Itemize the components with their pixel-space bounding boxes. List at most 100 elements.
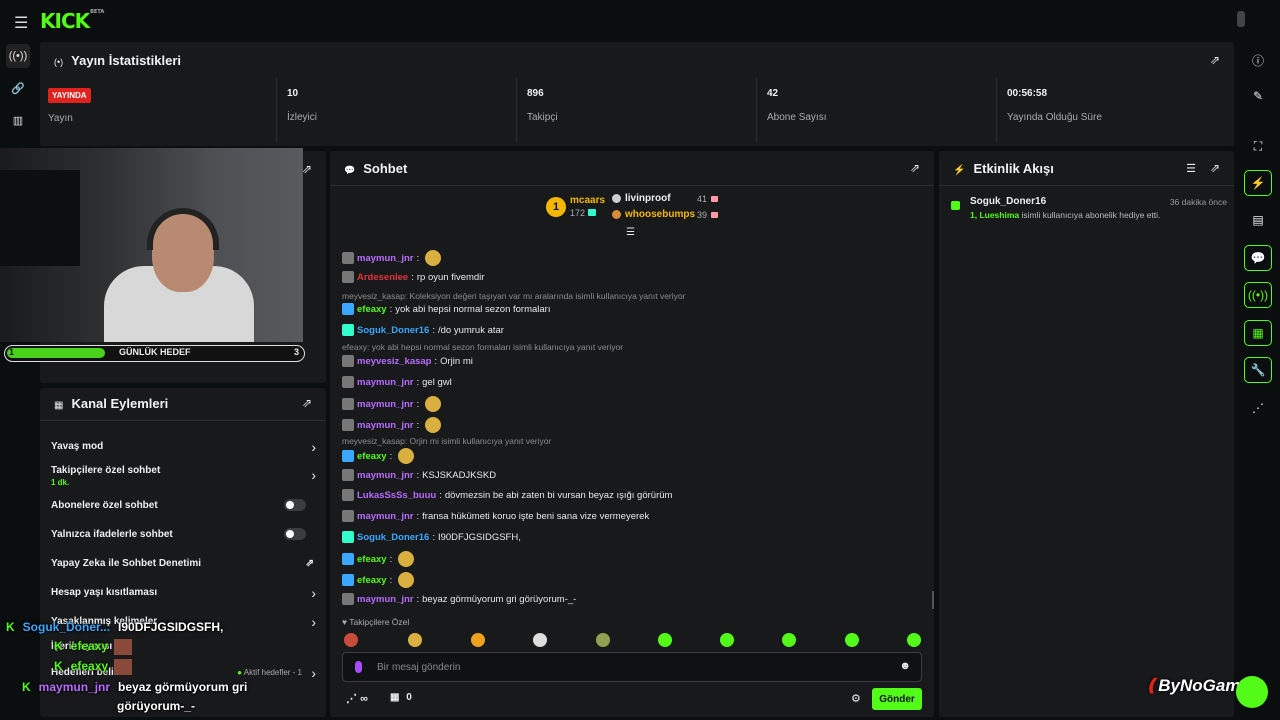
chat-username[interactable]: meyvesiz_kasap xyxy=(357,356,431,367)
broadcast-toggle-icon[interactable]: ((•)) xyxy=(1244,282,1272,308)
chat-input-box[interactable]: Bir mesaj gönderin ☻ xyxy=(342,652,922,682)
account-age-row[interactable]: Hesap yaşı kısıtlaması › xyxy=(51,585,316,601)
emote xyxy=(398,448,415,464)
row-label: Takipçilere özel sohbet xyxy=(51,465,161,476)
chat-message[interactable]: efeaxy: yok abi hepsi normal sezon formal… xyxy=(342,303,550,315)
settings-icon[interactable]: ⚙ xyxy=(851,692,861,705)
chat-message[interactable]: Soguk_Doner16:/do yumruk atar xyxy=(342,324,504,336)
send-button[interactable]: Gönder xyxy=(872,688,922,710)
chat-message[interactable]: maymun_jnr: KSJSKADJKSKD xyxy=(342,469,496,481)
avatar[interactable] xyxy=(1237,11,1245,27)
popout-icon[interactable]: ⇗ xyxy=(1210,161,1220,175)
broadcast-icon[interactable]: ((•)) xyxy=(6,44,30,68)
slow-mode-row[interactable]: Yavaş mod › xyxy=(51,439,316,455)
row-sub: 1 dk. xyxy=(51,478,70,487)
ai-moderation-row[interactable]: Yapay Zeka ile Sohbet Denetimi ⇗ xyxy=(51,558,316,569)
emote[interactable] xyxy=(344,633,358,647)
gift-indicator[interactable]: ▦ 0 xyxy=(390,692,412,703)
emote[interactable] xyxy=(596,633,610,647)
webcam-overlay xyxy=(0,148,303,342)
layout-icon[interactable]: ▦ xyxy=(1244,320,1272,346)
gift-icon xyxy=(711,212,718,218)
chat-message[interactable]: maymun_jnr: xyxy=(342,250,442,266)
chat-username[interactable]: Soguk_Doner16 xyxy=(357,325,429,336)
popout-icon[interactable]: ⇗ xyxy=(302,162,312,176)
chat-message[interactable]: maymun_jnr: fransa hükümeti koruo işte be… xyxy=(342,510,649,522)
chat-username[interactable]: Soguk_Doner16 xyxy=(357,532,429,543)
link-icon[interactable]: 🔗 xyxy=(6,76,30,100)
badge-icon xyxy=(342,553,354,565)
emote[interactable] xyxy=(720,633,734,647)
chat-username[interactable]: maymun_jnr xyxy=(357,470,414,481)
toggle[interactable] xyxy=(284,528,306,540)
event-detail-text: isimli kullanıcıya abonelik hediye etti. xyxy=(1019,210,1161,220)
chat-icon[interactable]: 💬 xyxy=(1244,245,1272,271)
goal-label: GÜNLÜK HEDEF xyxy=(119,347,191,357)
chat-message[interactable]: maymun_jnr: xyxy=(342,396,442,412)
share-icon[interactable]: ⋰ xyxy=(1244,395,1272,421)
chat-username[interactable]: maymun_jnr xyxy=(357,253,414,264)
badge-icon xyxy=(342,303,354,315)
points-indicator[interactable]: ⋰ ∞ xyxy=(346,692,368,705)
filter-icon[interactable]: ☰ xyxy=(1186,162,1196,175)
chat-message[interactable]: efeaxy: xyxy=(342,448,415,464)
chat-message[interactable]: Soguk_Doner16: I90DFJGSIDGSFH, xyxy=(342,531,521,543)
chat-username[interactable]: LukasSsSs_buuu xyxy=(357,490,436,501)
chat-text: Orjin mi xyxy=(440,355,473,367)
chat-message[interactable]: meyvesiz_kasap: Orjin mi xyxy=(342,355,473,367)
chat-username[interactable]: efeaxy xyxy=(357,554,387,565)
emoji-picker-icon[interactable]: ☻ xyxy=(899,660,911,672)
emote[interactable] xyxy=(471,633,485,647)
gift-leaderboard[interactable]: 1 mcaars 172 livinproof 41 whoosebumps 3… xyxy=(546,193,726,231)
emote[interactable] xyxy=(408,633,422,647)
wrench-icon[interactable]: 🔧 xyxy=(1244,357,1272,383)
popout-icon[interactable]: ⇗ xyxy=(1210,53,1220,67)
kick-logo[interactable]: KICKBETA xyxy=(40,9,104,33)
mic-icon[interactable] xyxy=(355,661,362,673)
emotes-only-row[interactable]: Yalnızca ifadelerle sohbet xyxy=(51,528,316,540)
chat-message[interactable]: maymun_jnr: xyxy=(342,417,442,433)
scrollbar[interactable] xyxy=(932,591,934,609)
chat-message[interactable]: maymun_jnr: beyaz görmüyorum gri görüyoru… xyxy=(342,593,576,605)
chat-message[interactable]: efeaxy: xyxy=(342,551,415,567)
chat-username[interactable]: maymun_jnr xyxy=(357,511,414,522)
chat-username[interactable]: maymun_jnr xyxy=(357,377,414,388)
chat-username[interactable]: Ardesenlee xyxy=(357,272,408,283)
colon: : xyxy=(389,574,393,586)
followers-only-row[interactable]: Takipçilere özel sohbet 1 dk. › xyxy=(51,465,316,487)
reply-context: meyvesiz_kasap: Orjin mi isimli kullanıc… xyxy=(342,436,552,446)
chat-message[interactable]: LukasSsSs_buuu: dövmezsin be abi zaten bi… xyxy=(342,489,672,501)
emote[interactable] xyxy=(658,633,672,647)
emote[interactable] xyxy=(907,633,921,647)
gift-icon xyxy=(711,196,718,202)
crop-icon[interactable]: ⛶ xyxy=(1244,133,1272,159)
toggle[interactable] xyxy=(284,499,306,511)
chat-message[interactable]: Ardesenlee: rp oyun fivemdir xyxy=(342,271,484,283)
corner-button[interactable] xyxy=(1236,676,1268,708)
emote[interactable] xyxy=(533,633,547,647)
emote[interactable] xyxy=(845,633,859,647)
emote[interactable] xyxy=(782,633,796,647)
popout-icon[interactable]: ⇗ xyxy=(302,396,312,410)
gift-icon xyxy=(588,209,596,216)
chat-message[interactable]: efeaxy: xyxy=(342,572,415,588)
filter-icon[interactable]: ☰ xyxy=(626,227,635,238)
lightning-icon[interactable]: ⚡ xyxy=(1244,170,1272,196)
chart-icon[interactable]: ▥ xyxy=(6,108,30,132)
subscribers-only-row[interactable]: Abonelere özel sohbet xyxy=(51,499,316,511)
menu-icon[interactable]: ☰ xyxy=(14,13,28,33)
kick-icon: K xyxy=(22,680,31,694)
popout-icon[interactable]: ⇗ xyxy=(910,161,920,175)
badge-icon xyxy=(342,324,354,336)
chat-username[interactable]: efeaxy xyxy=(357,575,387,586)
document-icon[interactable]: ▤ xyxy=(1244,207,1272,233)
chat-title: Sohbet xyxy=(363,161,408,176)
chat-message[interactable]: maymun_jnr: gel gwl xyxy=(342,376,452,388)
chat-username[interactable]: maymun_jnr xyxy=(357,420,414,431)
pen-icon[interactable]: ✎ xyxy=(1244,83,1272,109)
chat-username[interactable]: efeaxy xyxy=(357,451,387,462)
chat-username[interactable]: maymun_jnr xyxy=(357,594,414,605)
info-icon[interactable]: ⓘ xyxy=(1244,47,1272,73)
chat-username[interactable]: maymun_jnr xyxy=(357,399,414,410)
chat-username[interactable]: efeaxy xyxy=(357,304,387,315)
